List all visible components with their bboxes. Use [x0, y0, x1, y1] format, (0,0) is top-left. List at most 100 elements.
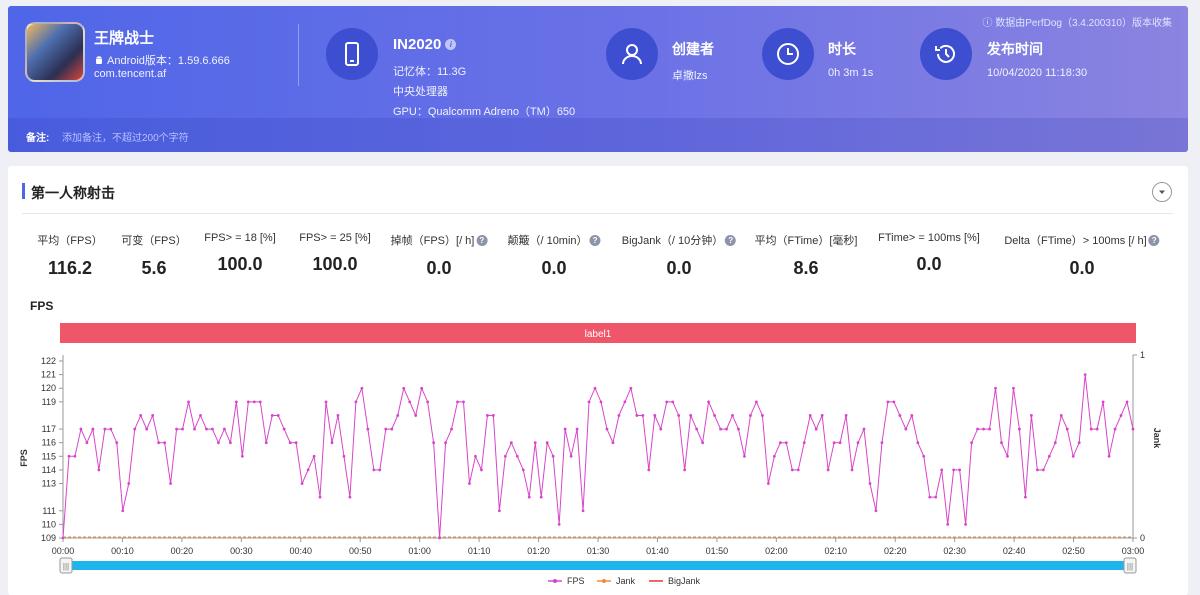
- fps-point: [258, 400, 262, 404]
- fps-point: [874, 509, 878, 513]
- fps-point: [205, 427, 208, 431]
- x-tick-label: 01:10: [468, 546, 491, 556]
- fps-point: [796, 468, 800, 472]
- fps-point: [647, 468, 651, 472]
- fps-point: [491, 414, 495, 417]
- fps-series-line: [62, 374, 1134, 539]
- fps-point: [372, 468, 376, 472]
- fps-point: [563, 427, 567, 431]
- fps-point: [509, 441, 513, 445]
- x-tick-label: 01:50: [706, 546, 729, 556]
- y-tick-label: 120: [41, 383, 56, 393]
- y2-axis-label: Jank: [1152, 428, 1162, 450]
- y-tick-label: 109: [41, 533, 56, 543]
- source-note: ⓘ 数据由PerfDog（3.4.200310）版本收集: [982, 18, 1172, 29]
- app-icon: [25, 22, 85, 82]
- fps-point: [432, 441, 436, 445]
- y-tick-label: 116: [42, 438, 56, 448]
- fps-point: [1000, 441, 1003, 445]
- zoom-slider-track: [63, 561, 1133, 570]
- fps-point: [982, 427, 985, 431]
- fps-point: [133, 427, 137, 431]
- y-tick-label: 111: [42, 506, 56, 516]
- fps-point: [1131, 427, 1135, 431]
- fps-point: [73, 454, 77, 458]
- fps-point: [360, 386, 364, 390]
- fps-point: [318, 495, 322, 499]
- fps-point: [462, 400, 465, 404]
- fps-point: [557, 522, 561, 526]
- y-tick-label: 115: [42, 451, 56, 461]
- note-input[interactable]: 添加备注，不超过200个字符: [62, 129, 189, 144]
- fps-point: [946, 522, 950, 526]
- fps-point: [533, 441, 537, 445]
- fps-point: [1006, 454, 1009, 458]
- fps-point: [886, 400, 890, 404]
- fps-point: [970, 441, 974, 445]
- y2-tick-label: 0: [1140, 533, 1145, 543]
- fps-point: [324, 400, 328, 404]
- fps-point: [217, 441, 220, 445]
- fps-point: [749, 414, 752, 417]
- fps-point: [1101, 400, 1105, 404]
- fps-point: [910, 414, 914, 417]
- fps-point: [683, 468, 687, 472]
- fps-point: [760, 414, 764, 417]
- fps-point: [772, 454, 776, 458]
- fps-point: [838, 441, 842, 445]
- fps-point: [778, 441, 782, 445]
- fps-point: [581, 509, 585, 513]
- source-note-text: 数据由PerfDog（3.4.200310）版本收集: [995, 18, 1172, 29]
- fps-point: [826, 468, 830, 472]
- fps-point: [856, 441, 860, 445]
- fps-point: [1024, 495, 1027, 499]
- legend-marker: [553, 579, 557, 583]
- y-tick-label: 114: [42, 465, 56, 475]
- fps-point: [1059, 414, 1063, 417]
- fps-point: [605, 427, 609, 431]
- fps-point: [342, 454, 346, 458]
- fps-point: [294, 441, 298, 445]
- fps-chart[interactable]: FPS label1 109 110 111 113 114 115 116 117 119 120 1…: [8, 166, 1188, 595]
- x-tick-label: 03:00: [1122, 546, 1145, 556]
- app-name: 王牌战士: [94, 30, 155, 47]
- x-tick-label: 02:40: [1003, 546, 1026, 556]
- fps-point: [497, 509, 501, 513]
- report-header: ⓘ 数据由PerfDog（3.4.200310）版本收集 王牌战士 Androi…: [8, 6, 1188, 152]
- fps-point: [629, 386, 633, 390]
- fps-point: [115, 441, 119, 445]
- fps-point: [731, 414, 734, 417]
- fps-point: [1095, 427, 1099, 431]
- chart-title: FPS: [30, 299, 53, 313]
- fps-point: [952, 468, 956, 472]
- y-tick-label: 119: [42, 397, 56, 407]
- fps-point: [175, 427, 178, 431]
- device-info-icon[interactable]: i: [445, 39, 457, 50]
- fps-point: [145, 427, 149, 431]
- fps-point: [121, 509, 125, 513]
- creator-value: 卓撒lzs: [672, 70, 708, 82]
- y-tick-label: 113: [42, 479, 56, 489]
- label-band-text: label1: [585, 329, 612, 340]
- fps-point: [199, 414, 202, 417]
- fps-point: [1035, 468, 1039, 472]
- fps-point: [784, 441, 788, 445]
- fps-point: [964, 522, 968, 526]
- fps-point: [426, 400, 430, 404]
- fps-point: [737, 427, 740, 431]
- fps-point: [444, 441, 447, 445]
- user-icon: [606, 28, 658, 80]
- fps-point: [91, 427, 95, 431]
- fps-point: [994, 386, 997, 390]
- fps-point: [139, 414, 143, 417]
- fps-point: [378, 468, 382, 472]
- fps-point: [1071, 454, 1075, 458]
- publish-title: 发布时间: [987, 41, 1043, 57]
- fps-point: [282, 427, 286, 431]
- x-tick-label: 02:20: [884, 546, 907, 556]
- y-axis-label: FPS: [19, 449, 29, 467]
- legend-marker: [602, 579, 606, 583]
- fps-point: [336, 414, 340, 417]
- x-tick-label: 00:40: [290, 546, 313, 556]
- legend-label: BigJank: [668, 576, 701, 586]
